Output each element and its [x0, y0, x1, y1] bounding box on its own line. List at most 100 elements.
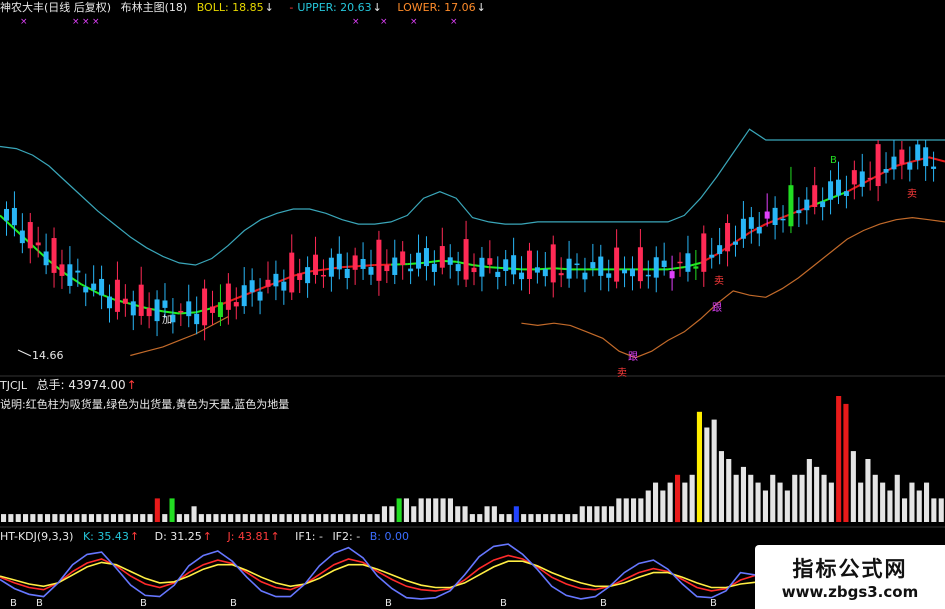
volume-bar [96, 514, 102, 522]
signal-marker: 卖 [907, 188, 917, 200]
candle-body [43, 251, 49, 266]
candle-body [241, 285, 247, 307]
candle-body [701, 233, 707, 272]
volume-bar [887, 490, 893, 522]
candle-body [114, 279, 120, 312]
candle-body [154, 299, 160, 322]
middle-band-segment [667, 266, 685, 271]
signal-marker: 卖 [714, 275, 724, 287]
candle-body [257, 291, 263, 301]
candle-body [645, 274, 651, 277]
candle-body [907, 162, 913, 170]
volume-bar [770, 474, 776, 523]
candle-body [812, 185, 818, 207]
signal-tick: × [450, 17, 458, 27]
volume-bar [338, 514, 344, 522]
signal-tick: × [82, 17, 90, 27]
volume-bar [799, 474, 805, 523]
signal-tick: × [352, 17, 360, 27]
candle-body [51, 238, 57, 273]
signal-marker: 加 [162, 314, 172, 326]
candle-body [83, 287, 89, 293]
volume-bar [726, 459, 732, 522]
candle-body [392, 257, 398, 275]
volume-bar [403, 498, 409, 522]
candle-body [210, 306, 216, 313]
volume-bar [748, 474, 754, 523]
candle-body [384, 265, 390, 272]
volume-bar [8, 514, 14, 522]
volume-bar [411, 506, 417, 523]
candle-body [614, 247, 620, 282]
candle-body [368, 267, 374, 275]
volume-bar [711, 419, 717, 522]
candle-body [67, 264, 73, 286]
volume-bar [220, 514, 226, 522]
volume-bar [367, 514, 373, 522]
candle-body [27, 222, 33, 249]
volume-bar [447, 498, 453, 522]
volume-bar [609, 506, 615, 523]
volume-bar [858, 482, 864, 522]
volume-bar [257, 514, 263, 522]
volume-bar [418, 498, 424, 522]
candle-body [511, 255, 517, 275]
volume-bar [52, 514, 58, 522]
candle-body [186, 301, 192, 317]
candle-body [669, 271, 675, 279]
candle-body [804, 199, 810, 211]
volume-bar [132, 514, 138, 522]
candle-body [281, 281, 287, 291]
volume-bar [59, 514, 65, 522]
stock-chart[interactable]: 14.66加卖跟跟卖卖B× × × × × × × ×B B B B B B B B [0, 0, 945, 609]
candle-body [764, 211, 770, 219]
volume-bar [374, 514, 380, 522]
volume-bar [660, 490, 666, 522]
volume-bar [176, 514, 182, 522]
candle-body [202, 288, 208, 326]
volume-bar [162, 514, 168, 522]
signal-tick: × [410, 17, 418, 27]
volume-bar [638, 498, 644, 522]
watermark-url: www.zbgs3.com [781, 583, 919, 601]
volume-bar [15, 514, 21, 522]
signal-marker: B [830, 155, 837, 166]
candle-body [503, 259, 509, 271]
volume-bar [308, 514, 314, 522]
volume-bar [623, 498, 629, 522]
signal-marker: 卖 [617, 367, 627, 379]
volume-bar [653, 482, 659, 522]
low-price-pointer [17, 349, 32, 357]
volume-bar [301, 514, 307, 522]
candle-body [732, 241, 738, 245]
volume-bar [762, 490, 768, 522]
candle-body [107, 296, 113, 309]
candle-body [305, 267, 311, 284]
candle-body [439, 246, 445, 268]
watermark-badge: 指标公式网 www.zbgs3.com [755, 545, 945, 609]
volume-bar [777, 482, 783, 522]
watermark-title: 指标公式网 [792, 557, 908, 581]
volume-bar [147, 514, 153, 522]
candle-body [479, 257, 485, 277]
volume-bar [550, 514, 556, 522]
candle-body [899, 149, 905, 165]
volume-bar [81, 514, 87, 522]
signal-marker: 跟 [628, 351, 638, 363]
volume-bar [206, 514, 212, 522]
candle-body [130, 301, 136, 316]
candle-body [495, 271, 501, 278]
signal-tick: × [380, 17, 388, 27]
candle-body [217, 302, 223, 318]
candle-body [590, 262, 596, 269]
candle-body [851, 170, 857, 185]
volume-bar [806, 459, 812, 522]
volume-bar [565, 514, 571, 522]
volume-bar [154, 498, 160, 522]
volume-bar [506, 514, 512, 522]
volume-bar [616, 498, 622, 522]
volume-bar [513, 506, 519, 523]
candle-body [265, 279, 271, 287]
volume-bar [469, 514, 475, 522]
signal-tick: × [92, 17, 100, 27]
